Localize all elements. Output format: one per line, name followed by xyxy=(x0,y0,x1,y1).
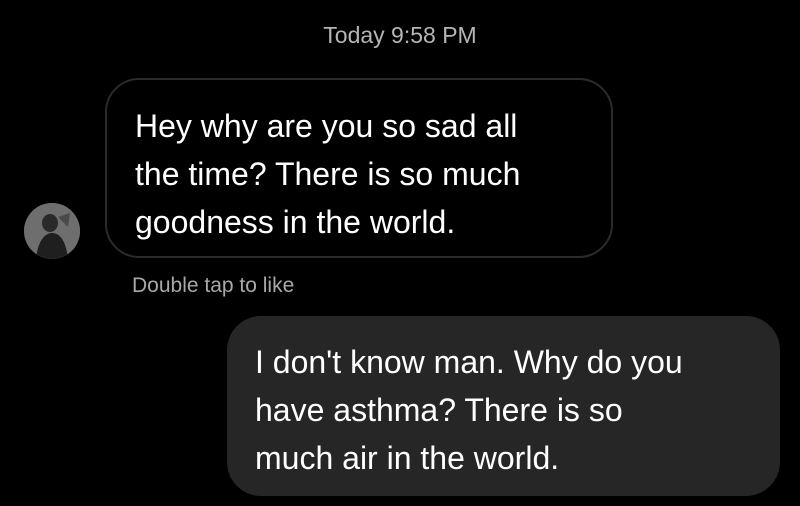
avatar-image-icon xyxy=(24,203,80,259)
message-text-line: much air in the world. xyxy=(255,440,560,476)
incoming-message-bubble[interactable]: Hey why are you so sad all the time? The… xyxy=(105,78,613,258)
sender-avatar[interactable] xyxy=(24,203,80,259)
message-text-line: have asthma? There is so xyxy=(255,392,623,428)
double-tap-hint: Double tap to like xyxy=(132,274,295,297)
message-text-line: the time? There is so much xyxy=(135,156,521,192)
message-text-line: goodness in the world. xyxy=(135,204,456,240)
message-text-line: I don't know man. Why do you xyxy=(255,344,683,380)
outgoing-message-bubble[interactable]: I don't know man. Why do you have asthma… xyxy=(227,316,780,496)
message-text-line: Hey why are you so sad all xyxy=(135,108,518,144)
message-timestamp: Today 9:58 PM xyxy=(323,22,477,48)
